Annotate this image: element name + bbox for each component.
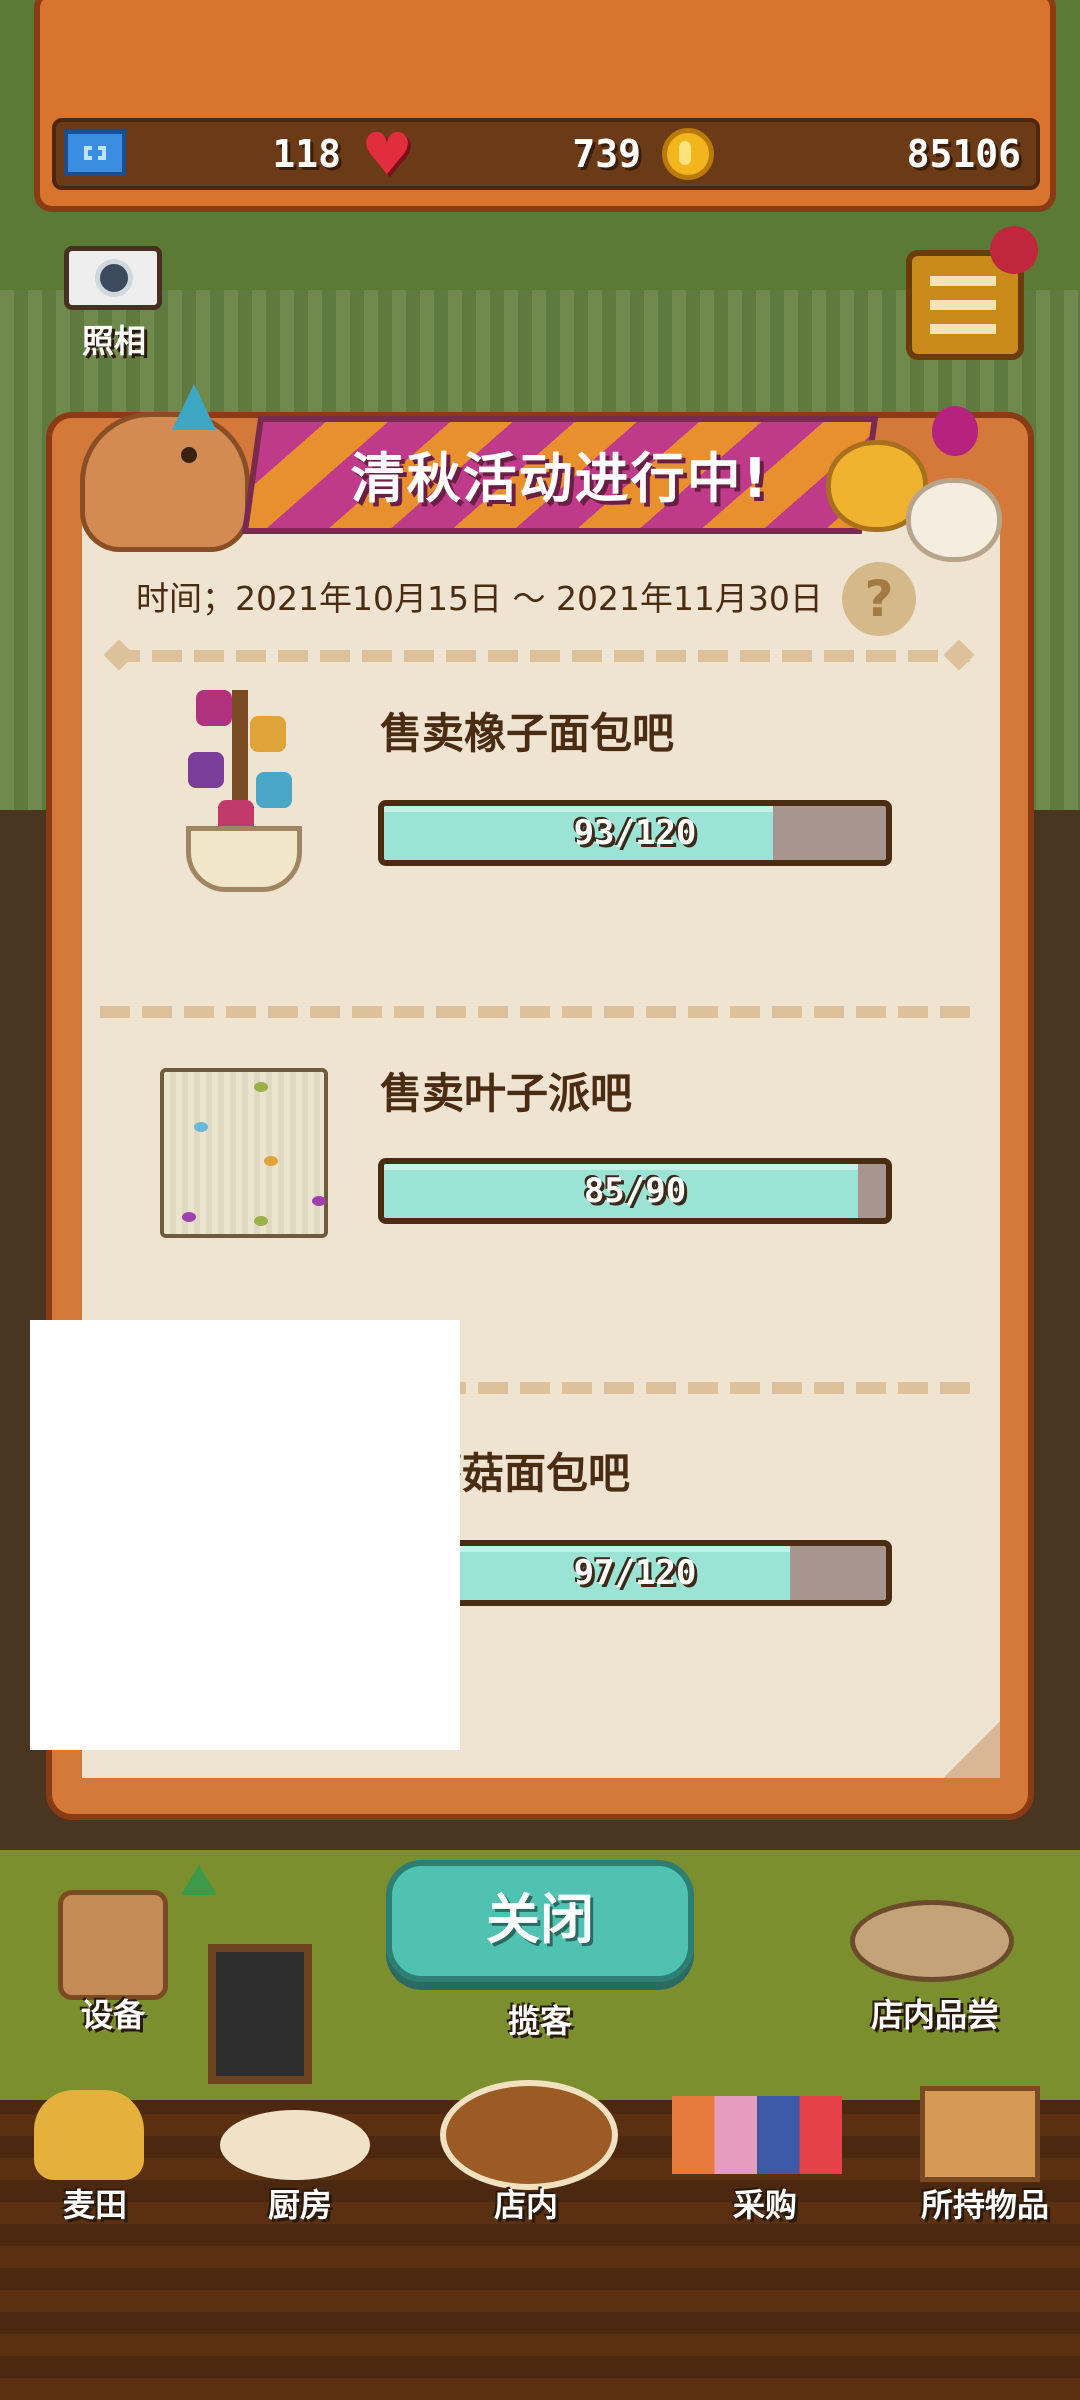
divider <box>100 1006 980 1018</box>
tasting-label[interactable]: 店内品尝 <box>840 1990 1030 2036</box>
nav-purchase[interactable]: 采购 <box>700 2180 830 2226</box>
kitchen-icon[interactable] <box>220 2110 370 2180</box>
camera-icon[interactable] <box>64 246 162 310</box>
nav-kitchen[interactable]: 厨房 <box>240 2180 360 2226</box>
chalkboard-icon[interactable] <box>208 1944 312 2084</box>
purchase-shelf-icon[interactable] <box>672 2096 842 2174</box>
task-progress-bar: 93/120 <box>378 800 892 866</box>
leaf-speck <box>312 1196 326 1206</box>
heart-icon: ♥ <box>361 120 413 188</box>
progress-text: 85/90 <box>583 1171 687 1211</box>
leaf-speck <box>264 1156 278 1166</box>
tree-leaf <box>188 752 224 788</box>
leaf-speck <box>254 1216 268 1226</box>
help-button[interactable]: ? <box>842 562 916 636</box>
equipment-icon[interactable] <box>58 1865 217 2000</box>
redaction-box <box>30 1320 460 1750</box>
progress-text: 93/120 <box>573 813 697 853</box>
close-button[interactable]: 关闭 <box>386 1860 694 1982</box>
wheat-field-icon[interactable] <box>34 2090 144 2180</box>
balloons-icon <box>990 226 1038 274</box>
tasting-plate-icon[interactable] <box>850 1900 1014 1982</box>
inventory-box-icon[interactable] <box>920 2086 1040 2182</box>
tree-leaf <box>250 716 286 752</box>
tree-leaf <box>196 690 232 726</box>
ticket-icon <box>64 130 126 176</box>
tree-leaf <box>256 772 292 808</box>
task-progress-bar: 85/90 <box>378 1158 892 1224</box>
task-name: 售卖叶子派吧 <box>380 1069 633 1118</box>
event-title: 清秋活动进行中! <box>350 447 770 510</box>
divider <box>110 650 970 662</box>
nav-inventory[interactable]: 所持物品 <box>900 2180 1070 2226</box>
leaf-speck <box>254 1082 268 1092</box>
currency-bar: 118 ♥ 739 85106 <box>52 118 1040 190</box>
leaf-speck <box>182 1212 196 1222</box>
flower-pot-icon <box>186 826 302 892</box>
leaf-pie-icon <box>160 1068 328 1238</box>
leaf-speck <box>194 1122 208 1132</box>
equipment-label[interactable]: 设备 <box>48 1990 178 2036</box>
grapes-icon <box>932 406 978 456</box>
coin-icon <box>662 128 714 180</box>
menu-line <box>930 324 996 334</box>
squirrel-mascot-icon <box>80 412 250 552</box>
ticket-count: 118 <box>272 132 341 176</box>
bread-basket-icon[interactable] <box>440 2080 618 2190</box>
heart-count: 739 <box>572 132 641 176</box>
nav-store[interactable]: 店内 <box>466 2180 586 2226</box>
menu-line <box>930 276 996 286</box>
nav-wheat-field[interactable]: 麦田 <box>40 2180 150 2226</box>
attract-customers-label[interactable]: 揽客 <box>480 1996 600 2042</box>
page-curl-corner <box>942 1722 1000 1778</box>
menu-line <box>930 300 996 310</box>
task-name: 售卖橡子面包吧 <box>380 709 675 758</box>
camera-label: 照相 <box>81 322 146 360</box>
coin-count: 85106 <box>906 132 1021 176</box>
party-hat-icon <box>172 384 216 430</box>
white-pumpkin-icon <box>906 478 1002 562</box>
event-date: 时间；2021年10月15日 ～ 2021年11月30日 <box>136 579 823 618</box>
